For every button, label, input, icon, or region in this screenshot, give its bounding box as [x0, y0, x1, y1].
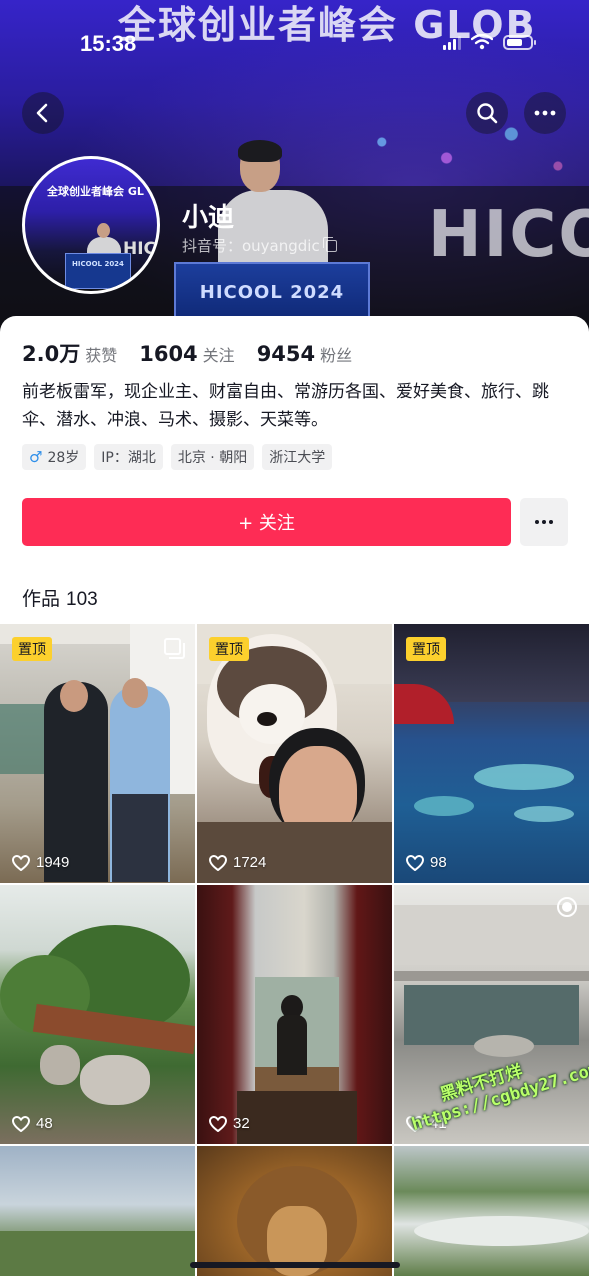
video-tile[interactable]: 置顶 98: [394, 624, 589, 883]
more-dot: [535, 520, 539, 524]
back-button[interactable]: [22, 92, 64, 134]
video-tile[interactable]: [197, 1146, 392, 1276]
search-button[interactable]: [466, 92, 508, 134]
status-icons: [443, 34, 536, 50]
follow-button[interactable]: + 关注: [22, 498, 511, 546]
heart-icon: [12, 854, 30, 871]
stat-label: 粉丝: [320, 346, 353, 365]
stat-value: 2.0万: [22, 342, 81, 366]
like-count: 1949: [12, 854, 69, 871]
like-count: 98: [406, 854, 447, 871]
avatar[interactable]: 全球创业者峰会 GL HICO HICOOL 2024: [22, 156, 160, 294]
like-count-value: 1949: [36, 854, 70, 871]
battery-icon: [503, 34, 536, 50]
works-count: 103: [66, 589, 98, 610]
more-dots-icon: [534, 110, 556, 116]
heart-icon: [406, 854, 424, 871]
heart-icon: [12, 1115, 30, 1132]
profile-stats: 2.0万 获赞 1604 关注 9454 粉丝: [22, 338, 374, 368]
avatar-podium: HICOOL 2024: [65, 253, 131, 289]
tag-text: 浙江大学: [269, 450, 326, 466]
avatar-podium-text: HICOOL 2024: [72, 260, 124, 268]
tag-text: IP：湖北: [101, 450, 156, 466]
live-photo-icon: [557, 897, 577, 917]
like-count-value: 32: [233, 1115, 250, 1132]
signal-icon: [443, 35, 461, 50]
tag-age: ♂ 28岁: [22, 444, 87, 470]
tag-text: 28岁: [47, 450, 80, 466]
profile-bio: 前老板雷军，现企业主、财富自由、常游历各国、爱好美食、旅行、跳伞、潜水、冲浪、马…: [22, 382, 549, 430]
like-count: 1724: [209, 854, 266, 871]
home-indicator[interactable]: [190, 1262, 400, 1268]
pinned-badge: 置顶: [406, 637, 446, 661]
male-icon: ♂: [29, 448, 43, 466]
tag-school[interactable]: 浙江大学: [262, 444, 333, 470]
pinned-badge: 置顶: [209, 637, 249, 661]
video-tile[interactable]: 置顶 1724: [197, 624, 392, 883]
stat-label: 关注: [202, 346, 235, 365]
multi-image-icon: [164, 638, 185, 659]
stat-value: 1604: [139, 342, 198, 366]
pinned-badge: 置顶: [12, 637, 52, 661]
search-icon: [477, 103, 498, 124]
douyin-id-text: 抖音号：ouyangdic: [182, 237, 320, 255]
like-count: 48: [12, 1115, 53, 1132]
video-tile[interactable]: [394, 1146, 589, 1276]
video-tile[interactable]: 置顶 1949: [0, 624, 195, 883]
stat-followers[interactable]: 9454 粉丝: [257, 342, 352, 366]
like-count-value: 48: [36, 1115, 53, 1132]
tag-ip: IP：湖北: [94, 444, 163, 470]
cover-brand-text: HICOOL: [428, 198, 589, 272]
works-tab[interactable]: 作品 103: [22, 584, 98, 611]
profile-tags: ♂ 28岁 IP：湖北 北京 · 朝阳 浙江大学: [22, 444, 333, 470]
like-count: 32: [209, 1115, 250, 1132]
stat-value: 9454: [256, 342, 316, 366]
cover-podium-text: HICOOL 2024: [199, 282, 345, 303]
copy-icon[interactable]: [322, 236, 337, 252]
stat-following[interactable]: 1604 关注: [139, 342, 234, 366]
stat-label: 获赞: [85, 346, 118, 365]
more-dot: [549, 520, 553, 524]
video-tile[interactable]: 32: [197, 885, 392, 1144]
tag-location[interactable]: 北京 · 朝阳: [170, 444, 255, 470]
wifi-icon: [471, 34, 493, 50]
more-options-button[interactable]: [524, 92, 566, 134]
tag-text: 北京 · 朝阳: [177, 450, 248, 466]
works-label: 作品: [22, 588, 61, 610]
status-time: 15:38: [80, 31, 137, 56]
video-grid: 置顶 1949 置顶 1724 置顶 98 48 32 41: [0, 624, 589, 1276]
heart-icon: [209, 1115, 227, 1132]
video-tile[interactable]: 48: [0, 885, 195, 1144]
nickname: 小迪: [182, 203, 235, 233]
heart-icon: [209, 854, 227, 871]
more-dot: [542, 520, 546, 524]
douyin-id: 抖音号：ouyangdic: [182, 235, 337, 256]
like-count-value: 98: [430, 854, 447, 871]
profile-more-button[interactable]: [520, 498, 568, 546]
like-count-value: 1724: [233, 854, 267, 871]
chevron-left-icon: [36, 103, 48, 123]
stat-likes[interactable]: 2.0万 获赞: [22, 338, 117, 368]
avatar-headline: 全球创业者峰会 GL: [47, 185, 144, 198]
video-tile[interactable]: [0, 1146, 195, 1276]
